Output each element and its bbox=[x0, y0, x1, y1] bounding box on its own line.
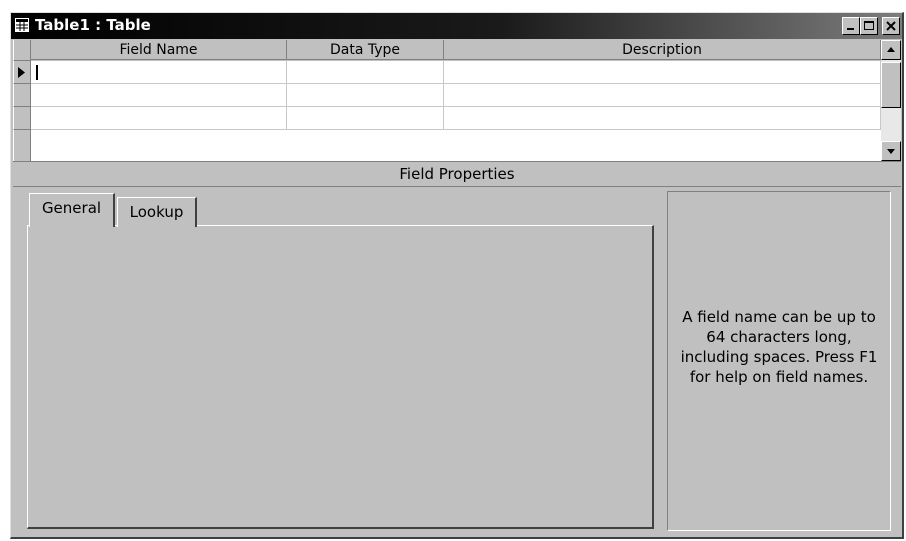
table-row bbox=[31, 84, 881, 107]
data-type-cell[interactable] bbox=[287, 61, 444, 84]
row-selector[interactable] bbox=[13, 130, 31, 161]
field-name-cell[interactable] bbox=[31, 107, 287, 130]
table-row bbox=[31, 61, 881, 84]
table-row bbox=[31, 107, 881, 130]
data-type-cell[interactable] bbox=[287, 107, 444, 130]
description-cell[interactable] bbox=[444, 84, 881, 107]
title-bar[interactable]: Table1 : Table bbox=[11, 13, 902, 39]
row-selector[interactable] bbox=[13, 107, 31, 130]
table-icon bbox=[15, 18, 29, 32]
field-grid: Field Name Data Type Description bbox=[13, 40, 901, 161]
text-cursor bbox=[36, 65, 38, 80]
scroll-up-button[interactable] bbox=[881, 40, 901, 60]
data-type-cell[interactable] bbox=[287, 84, 444, 107]
maximize-icon bbox=[864, 21, 874, 30]
description-cell[interactable] bbox=[444, 107, 881, 130]
scrollbar-thumb[interactable] bbox=[881, 62, 901, 108]
help-panel: A field name can be up to 64 characters … bbox=[667, 191, 891, 531]
window-title: Table1 : Table bbox=[35, 16, 151, 34]
close-button[interactable] bbox=[882, 17, 900, 35]
field-name-cell[interactable] bbox=[31, 84, 287, 107]
column-header-data-type[interactable]: Data Type bbox=[287, 40, 444, 60]
vertical-scrollbar[interactable] bbox=[881, 40, 901, 161]
column-header-field-name[interactable]: Field Name bbox=[31, 40, 287, 60]
header-corner-cell[interactable] bbox=[13, 40, 31, 61]
tab-general[interactable]: General bbox=[29, 193, 115, 227]
description-cell[interactable] bbox=[444, 61, 881, 84]
scroll-down-button[interactable] bbox=[881, 141, 901, 161]
maximize-button[interactable] bbox=[860, 17, 878, 35]
help-text: A field name can be up to 64 characters … bbox=[680, 308, 878, 386]
arrow-up-icon bbox=[887, 47, 895, 52]
field-properties-header: Field Properties bbox=[13, 161, 901, 187]
row-selector[interactable] bbox=[13, 84, 31, 107]
tab-lookup[interactable]: Lookup bbox=[117, 197, 197, 227]
column-header-description[interactable]: Description bbox=[444, 40, 881, 60]
minimize-icon bbox=[847, 28, 854, 30]
field-name-cell[interactable] bbox=[31, 61, 287, 84]
close-icon bbox=[886, 21, 896, 31]
table-design-window: Table1 : Table Field Name Data Type Desc… bbox=[10, 12, 904, 539]
arrow-down-icon bbox=[887, 149, 895, 154]
minimize-button[interactable] bbox=[842, 17, 860, 35]
row-selector[interactable] bbox=[13, 61, 31, 84]
grid-header-row: Field Name Data Type Description bbox=[13, 40, 881, 61]
general-tab-panel bbox=[27, 225, 654, 529]
current-record-arrow-icon bbox=[18, 67, 25, 78]
